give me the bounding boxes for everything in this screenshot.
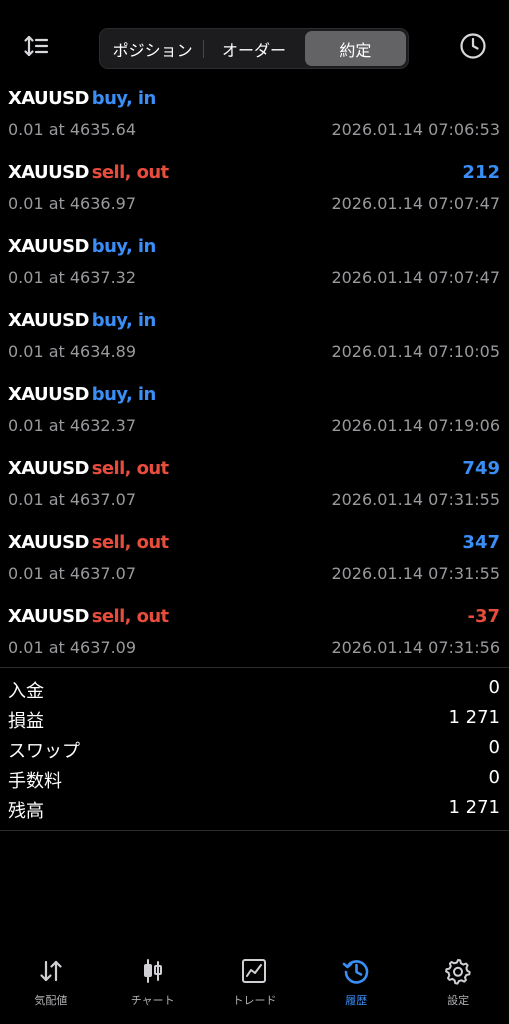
deal-time: 2026.01.14 07:19:06	[331, 416, 500, 435]
deal-side: buy, in	[91, 384, 157, 405]
settings-gear-icon	[443, 956, 473, 986]
deal-symbol: XAUUSD	[8, 310, 89, 331]
segment-orders[interactable]: オーダー	[203, 31, 304, 66]
deal-volume-price: 0.01 at 4637.07	[8, 564, 137, 583]
summary-label: スワップ	[8, 741, 80, 762]
deal-side: sell, out	[91, 532, 169, 553]
summary-top-divider	[0, 667, 509, 668]
tab-chart[interactable]: チャート	[102, 946, 204, 1024]
deal-row[interactable]: XAUUSD sell, out 749 0.01 at 4637.07 2026…	[0, 454, 509, 528]
deal-time: 2026.01.14 07:07:47	[331, 268, 500, 287]
deal-time: 2026.01.14 07:07:47	[331, 194, 500, 213]
tab-label: 設定	[447, 994, 470, 1007]
deal-row[interactable]: XAUUSD sell, out -37 0.01 at 4637.09 2026…	[0, 602, 509, 676]
deal-volume-price: 0.01 at 4635.64	[8, 120, 137, 139]
deal-row[interactable]: XAUUSD buy, in 0.01 at 4632.37 2026.01.14…	[0, 380, 509, 454]
clock-icon[interactable]	[457, 30, 489, 62]
tab-label: 履歴	[345, 994, 368, 1007]
deal-side: sell, out	[91, 458, 169, 479]
summary-value: 0	[488, 737, 500, 758]
tab-quotes[interactable]: 気配値	[0, 946, 102, 1024]
deal-time: 2026.01.14 07:31:55	[331, 564, 500, 583]
summary-row-commission: 手数料 0	[0, 764, 509, 794]
summary-label: 損益	[8, 711, 44, 732]
deal-symbol: XAUUSD	[8, 236, 89, 257]
deal-symbol: XAUUSD	[8, 532, 89, 553]
deal-profit: -37	[467, 606, 500, 627]
deal-symbol: XAUUSD	[8, 162, 89, 183]
tab-label: トレード	[232, 994, 277, 1007]
deal-side: buy, in	[91, 236, 157, 257]
summary-label: 入金	[8, 681, 44, 702]
history-mode-segmented-control: ポジション オーダー 約定	[99, 28, 409, 69]
deal-side: buy, in	[91, 310, 157, 331]
summary-label: 残高	[8, 801, 44, 822]
deal-row[interactable]: XAUUSD sell, out 212 0.01 at 4636.97 2026…	[0, 158, 509, 232]
summary-label: 手数料	[8, 771, 62, 792]
summary-row-balance: 残高 1 271	[0, 794, 509, 824]
summary-row-swap: スワップ 0	[0, 734, 509, 764]
deal-profit: 749	[462, 458, 500, 479]
summary-section: 入金 0 損益 1 271 スワップ 0 手数料 0 残高 1 271	[0, 674, 509, 824]
deals-list: XAUUSD buy, in 0.01 at 4635.64 2026.01.14…	[0, 84, 509, 676]
summary-value: 1 271	[448, 797, 500, 818]
deal-side: buy, in	[91, 88, 157, 109]
deal-time: 2026.01.14 07:06:53	[331, 120, 500, 139]
summary-row-profit: 損益 1 271	[0, 704, 509, 734]
deal-volume-price: 0.01 at 4637.32	[8, 268, 137, 287]
deal-volume-price: 0.01 at 4634.89	[8, 342, 137, 361]
deal-time: 2026.01.14 07:31:56	[331, 638, 500, 657]
tab-trade[interactable]: トレード	[204, 946, 306, 1024]
deal-symbol: XAUUSD	[8, 384, 89, 405]
deal-side: sell, out	[91, 606, 169, 627]
deal-time: 2026.01.14 07:10:05	[331, 342, 500, 361]
deal-volume-price: 0.01 at 4637.07	[8, 490, 137, 509]
tab-history[interactable]: 履歴	[305, 946, 407, 1024]
deal-row[interactable]: XAUUSD buy, in 0.01 at 4635.64 2026.01.14…	[0, 84, 509, 158]
deal-symbol: XAUUSD	[8, 458, 89, 479]
tab-label: チャート	[130, 994, 175, 1007]
deal-volume-price: 0.01 at 4637.09	[8, 638, 137, 657]
deal-side: sell, out	[91, 162, 169, 183]
deal-row[interactable]: XAUUSD sell, out 347 0.01 at 4637.07 2026…	[0, 528, 509, 602]
deal-profit: 212	[462, 162, 500, 183]
sort-icon[interactable]	[20, 30, 52, 62]
segment-deals[interactable]: 約定	[304, 31, 406, 66]
quotes-arrows-icon	[36, 956, 66, 986]
deal-time: 2026.01.14 07:31:55	[331, 490, 500, 509]
deal-row[interactable]: XAUUSD buy, in 0.01 at 4634.89 2026.01.14…	[0, 306, 509, 380]
tab-settings[interactable]: 設定	[407, 946, 509, 1024]
deal-symbol: XAUUSD	[8, 606, 89, 627]
summary-value: 1 271	[448, 707, 500, 728]
deal-row[interactable]: XAUUSD buy, in 0.01 at 4637.32 2026.01.14…	[0, 232, 509, 306]
top-bar: ポジション オーダー 約定	[0, 0, 509, 84]
trade-chart-icon	[239, 956, 269, 986]
deal-volume-price: 0.01 at 4636.97	[8, 194, 137, 213]
tab-label: 気配値	[34, 994, 68, 1007]
history-icon	[341, 956, 371, 986]
summary-row-deposit: 入金 0	[0, 674, 509, 704]
bottom-tab-bar: 気配値 チャート トレード 履歴 設定	[0, 946, 509, 1024]
summary-value: 0	[488, 677, 500, 698]
summary-value: 0	[488, 767, 500, 788]
candlestick-chart-icon	[138, 956, 168, 986]
segment-positions[interactable]: ポジション	[102, 31, 205, 66]
deal-volume-price: 0.01 at 4632.37	[8, 416, 137, 435]
deal-symbol: XAUUSD	[8, 88, 89, 109]
deal-profit: 347	[462, 532, 500, 553]
summary-bottom-divider	[0, 830, 509, 831]
